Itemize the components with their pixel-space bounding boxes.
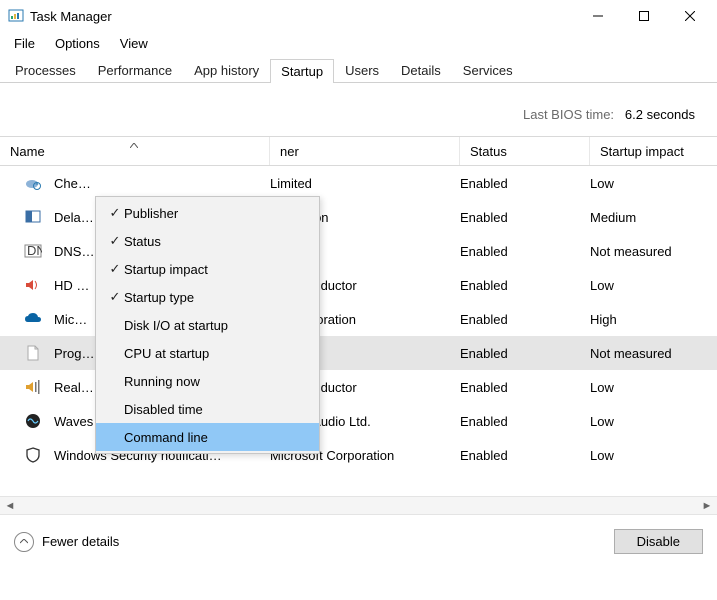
minimize-button[interactable] bbox=[575, 0, 621, 32]
row-status: Enabled bbox=[460, 414, 590, 429]
window-title: Task Manager bbox=[30, 9, 112, 24]
ctx-disabled-time[interactable]: Disabled time bbox=[96, 395, 319, 423]
row-impact: Low bbox=[590, 414, 717, 429]
row-status: Enabled bbox=[460, 210, 590, 225]
row-status: Enabled bbox=[460, 346, 590, 361]
titlebar: Task Manager bbox=[0, 0, 717, 32]
row-status: Enabled bbox=[460, 312, 590, 327]
bios-value: 6.2 seconds bbox=[625, 107, 695, 122]
maximize-button[interactable] bbox=[621, 0, 667, 32]
tab-startup[interactable]: Startup bbox=[270, 59, 334, 83]
check-icon: ✓ bbox=[106, 261, 124, 277]
row-status: Enabled bbox=[460, 278, 590, 293]
row-status: Enabled bbox=[460, 448, 590, 463]
check-icon: ✓ bbox=[106, 205, 124, 221]
cloud-sync-icon bbox=[24, 174, 42, 192]
waves-icon bbox=[24, 412, 42, 430]
col-name[interactable]: Name bbox=[0, 137, 270, 165]
disable-button[interactable]: Disable bbox=[614, 529, 703, 554]
tab-processes[interactable]: Processes bbox=[4, 58, 87, 82]
row-impact: Medium bbox=[590, 210, 717, 225]
col-startup-impact[interactable]: Startup impact bbox=[590, 137, 717, 165]
ctx-startup-type[interactable]: ✓Startup type bbox=[96, 283, 319, 311]
tab-app-history[interactable]: App history bbox=[183, 58, 270, 82]
ctx-status[interactable]: ✓Status bbox=[96, 227, 319, 255]
shield-icon bbox=[24, 446, 42, 464]
menu-file[interactable]: File bbox=[6, 34, 43, 53]
column-context-menu: ✓Publisher ✓Status ✓Startup impact ✓Star… bbox=[95, 196, 320, 454]
row-impact: Not measured bbox=[590, 346, 717, 361]
check-icon: ✓ bbox=[106, 289, 124, 305]
row-status: Enabled bbox=[460, 176, 590, 191]
tab-users[interactable]: Users bbox=[334, 58, 390, 82]
table-header: Name ner Status Startup impact bbox=[0, 136, 717, 166]
ctx-disk-io[interactable]: Disk I/O at startup bbox=[96, 311, 319, 339]
col-status[interactable]: Status bbox=[460, 137, 590, 165]
row-name: Che… bbox=[54, 176, 270, 191]
menubar: File Options View bbox=[0, 32, 717, 57]
row-impact: Low bbox=[590, 176, 717, 191]
menu-options[interactable]: Options bbox=[47, 34, 108, 53]
table-row[interactable]: Che… Limited Enabled Low bbox=[0, 166, 717, 200]
row-impact: Low bbox=[590, 278, 717, 293]
row-status: Enabled bbox=[460, 244, 590, 259]
app-icon bbox=[8, 8, 24, 24]
ctx-cpu[interactable]: CPU at startup bbox=[96, 339, 319, 367]
row-impact: High bbox=[590, 312, 717, 327]
menu-view[interactable]: View bbox=[112, 34, 156, 53]
ctx-publisher[interactable]: ✓Publisher bbox=[96, 199, 319, 227]
close-button[interactable] bbox=[667, 0, 713, 32]
check-icon: ✓ bbox=[106, 233, 124, 249]
onedrive-icon bbox=[24, 310, 42, 328]
tab-details[interactable]: Details bbox=[390, 58, 452, 82]
horizontal-scrollbar[interactable]: ◄ ► bbox=[0, 496, 717, 514]
chevron-up-icon bbox=[14, 532, 34, 552]
bios-label: Last BIOS time: bbox=[523, 107, 614, 122]
tab-services[interactable]: Services bbox=[452, 58, 524, 82]
row-impact: Low bbox=[590, 448, 717, 463]
scroll-left-icon[interactable]: ◄ bbox=[2, 498, 18, 514]
ctx-running-now[interactable]: Running now bbox=[96, 367, 319, 395]
svg-text:DNS: DNS bbox=[27, 243, 42, 258]
row-impact: Not measured bbox=[590, 244, 717, 259]
dns-icon: DNS bbox=[24, 242, 42, 260]
speaker-red-icon bbox=[24, 276, 42, 294]
row-publisher: Limited bbox=[270, 176, 460, 191]
row-status: Enabled bbox=[460, 380, 590, 395]
tab-performance[interactable]: Performance bbox=[87, 58, 183, 82]
scroll-right-icon[interactable]: ► bbox=[699, 498, 715, 514]
col-publisher[interactable]: ner bbox=[270, 137, 460, 165]
speaker-bars-icon bbox=[24, 378, 42, 396]
ctx-startup-impact[interactable]: ✓Startup impact bbox=[96, 255, 319, 283]
panel-icon bbox=[24, 208, 42, 226]
sort-asc-icon bbox=[130, 136, 138, 151]
tabstrip: Processes Performance App history Startu… bbox=[0, 57, 717, 83]
ctx-command-line[interactable]: Command line bbox=[96, 423, 319, 451]
row-impact: Low bbox=[590, 380, 717, 395]
bios-time: Last BIOS time: 6.2 seconds bbox=[0, 83, 717, 136]
file-icon bbox=[24, 344, 42, 362]
fewer-details-button[interactable]: Fewer details bbox=[14, 532, 119, 552]
footer: Fewer details Disable bbox=[0, 514, 717, 568]
